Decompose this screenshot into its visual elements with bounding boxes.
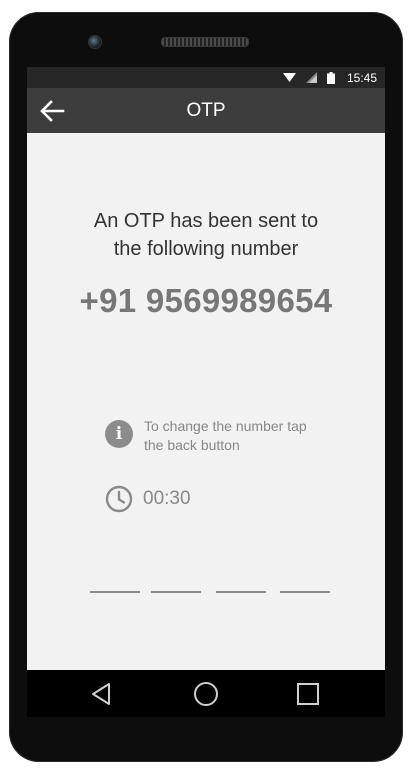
signal-icon	[305, 72, 317, 83]
status-bar: 15:45	[27, 67, 385, 88]
screen: 15:45 OTP An OTP has been sent to the fo…	[27, 67, 385, 706]
info-text-line-1: To change the number tap	[144, 418, 307, 434]
message-line-2: the following number	[113, 238, 299, 260]
otp-digit-2[interactable]	[151, 567, 201, 593]
back-button[interactable]	[35, 94, 69, 128]
battery-icon	[326, 71, 335, 84]
otp-sent-message: An OTP has been sent to the following nu…	[27, 207, 385, 263]
back-triangle-icon	[92, 682, 110, 705]
info-icon: i	[105, 420, 133, 448]
timer-text: 00:30	[143, 488, 191, 509]
recents-square-icon	[297, 682, 319, 705]
nav-recents-button[interactable]	[283, 670, 333, 717]
navigation-bar	[27, 670, 385, 717]
otp-digit-4[interactable]	[280, 567, 330, 593]
resend-timer: 00:30	[105, 485, 191, 513]
message-line-1: An OTP has been sent to	[93, 210, 319, 232]
page-title: OTP	[186, 100, 226, 121]
phone-frame: 15:45 OTP An OTP has been sent to the fo…	[9, 12, 403, 762]
info-text: To change the number tap the back button	[144, 417, 334, 455]
nav-back-button[interactable]	[76, 670, 126, 717]
home-circle-icon	[194, 681, 218, 706]
app-bar: OTP	[27, 88, 385, 133]
status-icons: 15:45	[282, 67, 377, 88]
nav-home-button[interactable]	[181, 670, 231, 717]
otp-digit-1[interactable]	[90, 567, 140, 593]
status-time: 15:45	[346, 70, 377, 85]
earpiece-speaker	[161, 37, 249, 47]
info-text-line-2: the back button	[144, 437, 240, 453]
otp-digit-3[interactable]	[216, 567, 266, 593]
clock-icon	[105, 485, 133, 513]
phone-number: +91 9569989654	[79, 282, 333, 319]
info-hint: i To change the number tap the back butt…	[105, 417, 345, 455]
front-camera	[88, 35, 102, 49]
wifi-icon	[282, 73, 296, 82]
otp-input-group	[27, 567, 385, 597]
back-arrow-icon	[40, 100, 65, 122]
